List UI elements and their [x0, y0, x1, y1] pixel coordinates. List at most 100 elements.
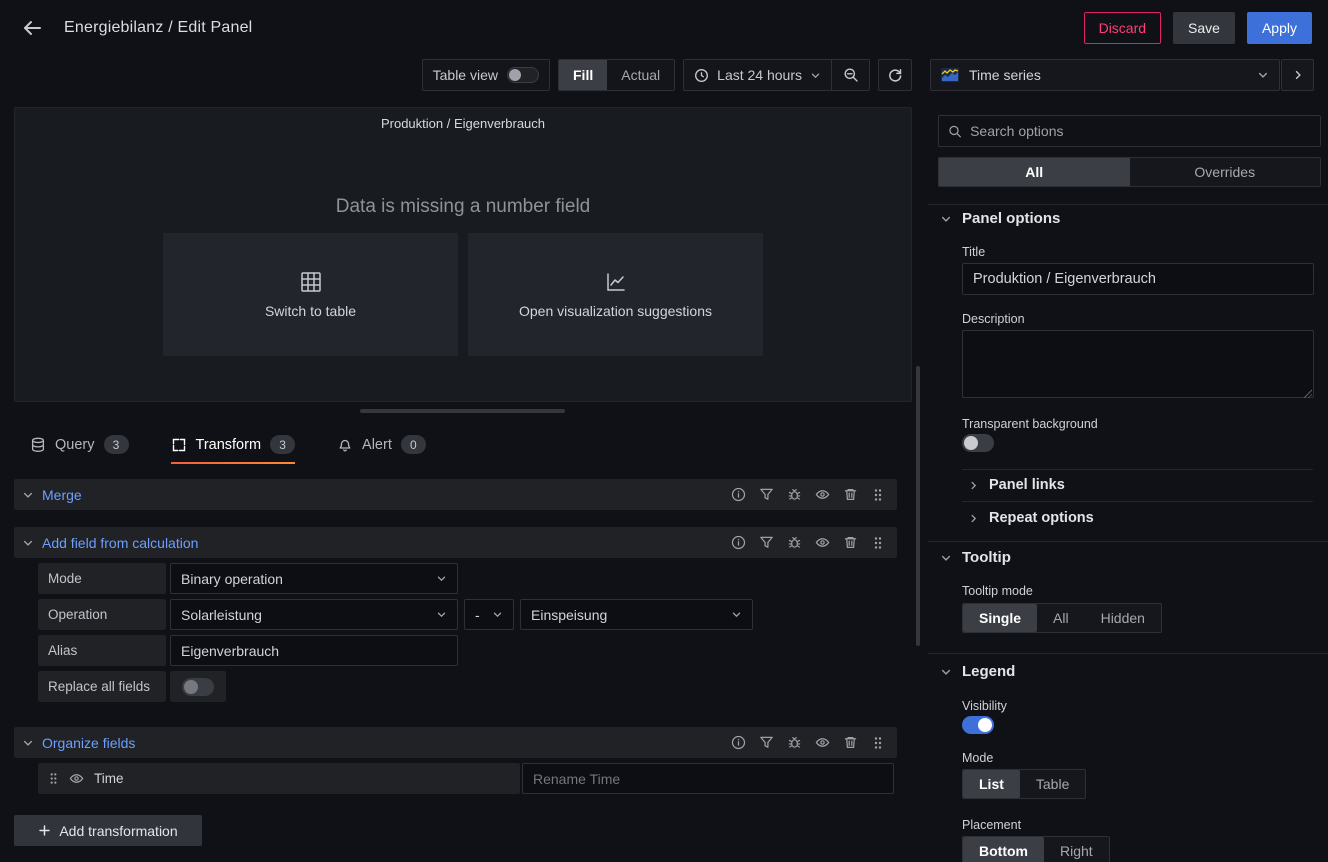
- replace-all-fields-toggle[interactable]: [182, 678, 214, 696]
- tooltip-header[interactable]: Tooltip: [940, 549, 1011, 566]
- filter-button[interactable]: [755, 484, 777, 506]
- left-operand-select[interactable]: Solarleistung: [170, 599, 458, 630]
- table-view-toggle[interactable]: [507, 67, 539, 83]
- mode-value: Binary operation: [181, 571, 283, 587]
- eye-icon[interactable]: [69, 771, 84, 786]
- search-icon: [948, 124, 962, 139]
- transform-merge-title[interactable]: Merge: [42, 487, 82, 503]
- tooltip-mode-all[interactable]: All: [1037, 604, 1085, 632]
- rename-field-input[interactable]: [522, 763, 894, 794]
- legend-visibility-toggle[interactable]: [962, 716, 994, 734]
- panel-title-input[interactable]: [962, 263, 1314, 295]
- options-search[interactable]: [938, 115, 1321, 147]
- repeat-options-header[interactable]: Repeat options: [968, 510, 1094, 526]
- debug-button[interactable]: [783, 484, 805, 506]
- legend-placement-bottom[interactable]: Bottom: [963, 837, 1044, 862]
- eye-button[interactable]: [811, 484, 833, 506]
- description-textarea[interactable]: [962, 330, 1314, 398]
- switch-to-table-card[interactable]: Switch to table: [163, 233, 458, 356]
- filter-button[interactable]: [755, 532, 777, 554]
- panel-links-header[interactable]: Panel links: [968, 477, 1065, 493]
- pane-resize-handle[interactable]: [360, 409, 565, 413]
- options-search-input[interactable]: [970, 123, 1311, 139]
- divider: [962, 501, 1313, 502]
- mode-select[interactable]: Binary operation: [170, 563, 458, 594]
- vertical-scrollbar[interactable]: [916, 366, 920, 646]
- right-operand-select[interactable]: Einspeisung: [520, 599, 753, 630]
- legend-mode-list[interactable]: List: [963, 770, 1020, 798]
- discard-button[interactable]: Discard: [1084, 12, 1161, 44]
- time-range-picker: Last 24 hours: [683, 59, 870, 91]
- delete-button[interactable]: [839, 532, 861, 554]
- chevron-down-icon: [940, 552, 952, 564]
- visualization-select[interactable]: Time series: [930, 59, 1280, 91]
- transform-calc-title[interactable]: Add field from calculation: [42, 535, 198, 551]
- replace-all-fields-cell: [170, 671, 226, 702]
- panel-options-header[interactable]: Panel options: [940, 210, 1060, 227]
- drag-handle-icon[interactable]: [48, 772, 59, 785]
- table-grid-icon: [299, 270, 323, 294]
- description-label: Description: [962, 312, 1025, 326]
- info-button[interactable]: [727, 484, 749, 506]
- fill-actual-switch: Fill Actual: [558, 59, 675, 91]
- save-button[interactable]: Save: [1173, 12, 1235, 44]
- actual-option[interactable]: Actual: [607, 60, 674, 90]
- options-tab-all[interactable]: All: [939, 158, 1130, 186]
- panel-options-title: Panel options: [962, 210, 1060, 227]
- options-sidebar: All Overrides Panel options Title Descri…: [928, 100, 1328, 862]
- toggle-options-pane-button[interactable]: [1281, 59, 1314, 91]
- transform-organize-title[interactable]: Organize fields: [42, 735, 135, 751]
- eye-button[interactable]: [811, 532, 833, 554]
- info-button[interactable]: [727, 532, 749, 554]
- tab-alert-count: 0: [401, 435, 426, 454]
- time-series-viz-icon: [941, 68, 959, 82]
- legend-header[interactable]: Legend: [940, 663, 1015, 680]
- repeat-options-title: Repeat options: [989, 510, 1094, 526]
- drag-handle[interactable]: [867, 732, 889, 754]
- info-button[interactable]: [727, 732, 749, 754]
- legend-placement-right[interactable]: Right: [1044, 837, 1109, 862]
- visualization-name: Time series: [969, 67, 1041, 83]
- delete-button[interactable]: [839, 732, 861, 754]
- legend-mode-table[interactable]: Table: [1020, 770, 1085, 798]
- chevron-down-icon[interactable]: [22, 737, 34, 749]
- tab-transform[interactable]: Transform 3: [171, 425, 296, 464]
- tab-query[interactable]: Query 3: [30, 425, 129, 464]
- left-operand-value: Solarleistung: [181, 607, 262, 623]
- back-button[interactable]: [16, 12, 48, 44]
- debug-button[interactable]: [783, 532, 805, 554]
- tooltip-mode-hidden[interactable]: Hidden: [1085, 604, 1161, 632]
- chevron-down-icon: [436, 573, 447, 584]
- table-view-toggle-group[interactable]: Table view: [422, 59, 550, 91]
- zoom-out-button[interactable]: [831, 60, 869, 90]
- delete-button[interactable]: [839, 484, 861, 506]
- chevron-down-icon[interactable]: [22, 489, 34, 501]
- eye-button[interactable]: [811, 732, 833, 754]
- add-transformation-button[interactable]: Add transformation: [14, 815, 202, 846]
- options-tab-overrides[interactable]: Overrides: [1130, 158, 1321, 186]
- apply-button[interactable]: Apply: [1247, 12, 1312, 44]
- transparent-background-toggle[interactable]: [962, 434, 994, 452]
- transform-calc-actions: [727, 532, 889, 554]
- panel-title: Produktion / Eigenverbrauch: [15, 108, 911, 131]
- time-range-button[interactable]: Last 24 hours: [684, 60, 831, 90]
- chevron-down-icon[interactable]: [22, 537, 34, 549]
- drag-handle[interactable]: [867, 532, 889, 554]
- operator-select[interactable]: -: [464, 599, 514, 630]
- mode-label: Mode: [38, 563, 166, 594]
- open-suggestions-card[interactable]: Open visualization suggestions: [468, 233, 763, 356]
- filter-button[interactable]: [755, 732, 777, 754]
- options-filter-tabs: All Overrides: [938, 157, 1321, 187]
- editor-tabs: Query 3 Transform 3 Alert 0: [0, 425, 912, 464]
- tooltip-mode-single[interactable]: Single: [963, 604, 1037, 632]
- drag-handle[interactable]: [867, 484, 889, 506]
- debug-button[interactable]: [783, 732, 805, 754]
- title-label: Title: [962, 245, 985, 259]
- transform-merge-header: Merge: [14, 479, 897, 510]
- fill-option[interactable]: Fill: [559, 60, 607, 90]
- refresh-button[interactable]: [878, 59, 912, 91]
- tab-alert[interactable]: Alert 0: [337, 425, 426, 464]
- visualization-picker-row: Time series: [930, 59, 1314, 91]
- right-operand-value: Einspeisung: [531, 607, 607, 623]
- alias-input[interactable]: [170, 635, 458, 666]
